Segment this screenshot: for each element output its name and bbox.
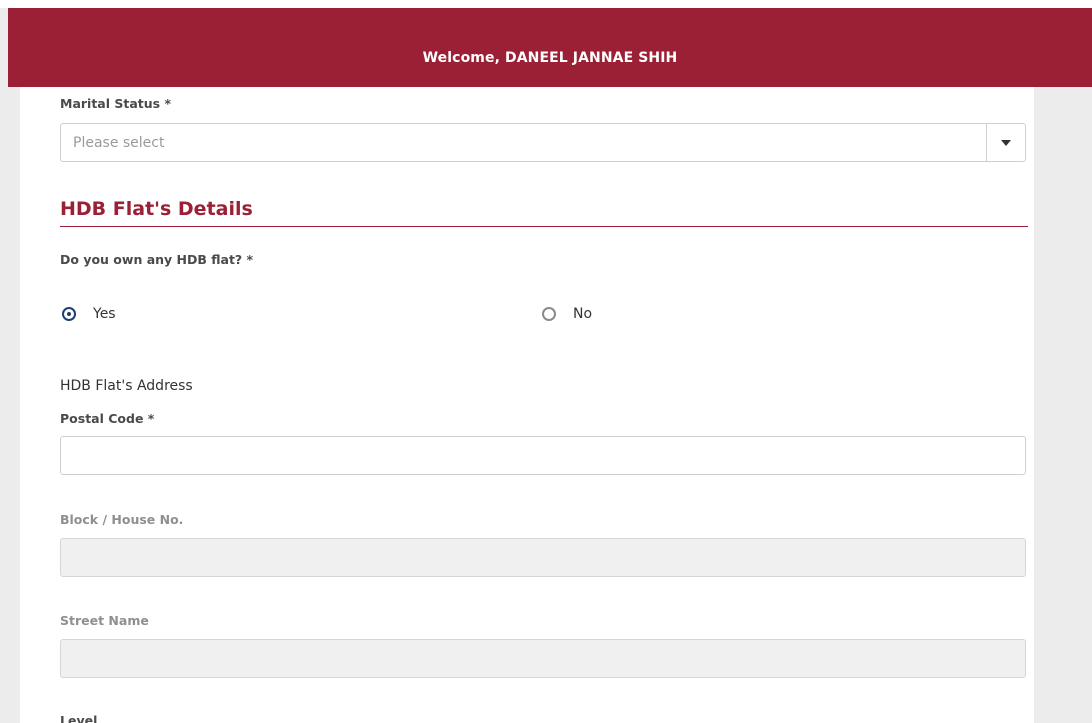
block-label: Block / House No. (60, 512, 184, 527)
street-input (60, 639, 1026, 678)
own-flat-question: Do you own any HDB flat? * (60, 252, 254, 267)
app-header: Welcome, DANEEL JANNAE SHIH (8, 8, 1092, 87)
address-heading: HDB Flat's Address (60, 378, 193, 394)
radio-no[interactable] (542, 307, 556, 321)
postal-code-label: Postal Code * (60, 411, 155, 426)
caret-down-icon (1001, 139, 1011, 146)
radio-option-no[interactable]: No (542, 306, 592, 322)
street-label: Street Name (60, 613, 149, 628)
section-title: HDB Flat's Details (60, 198, 253, 220)
marital-status-label: Marital Status * (60, 96, 171, 111)
radio-yes[interactable] (62, 307, 76, 321)
block-input (60, 538, 1026, 577)
postal-code-input[interactable] (60, 436, 1026, 475)
radio-option-yes[interactable]: Yes (62, 306, 116, 322)
section-divider (60, 226, 1028, 227)
top-strip (0, 0, 1092, 8)
marital-status-select[interactable]: Please select (60, 123, 1026, 162)
welcome-text: Welcome, DANEEL JANNAE SHIH (422, 49, 678, 66)
marital-status-placeholder: Please select (73, 135, 165, 151)
radio-yes-label: Yes (93, 306, 116, 322)
form-panel: Marital Status * Please select HDB Flat'… (20, 87, 1034, 723)
radio-no-label: No (573, 306, 593, 322)
level-label: Level (60, 713, 98, 723)
select-toggle[interactable] (986, 124, 1025, 161)
